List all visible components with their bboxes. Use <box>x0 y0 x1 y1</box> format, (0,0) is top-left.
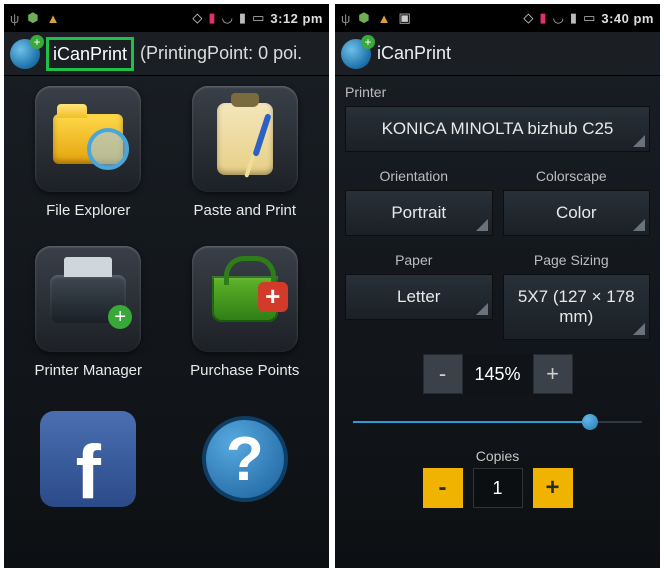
clock: 3:40 pm <box>601 11 654 26</box>
copies-plus-button[interactable]: + <box>533 468 573 508</box>
usb-icon: ψ <box>341 11 350 26</box>
debug-icon: ⬢ <box>27 10 38 26</box>
signal-icon: ▮ <box>239 10 246 26</box>
app-title: iCanPrint <box>377 43 451 64</box>
status-bar: ψ ⬢ ▲ ▣ ◇ ▮ ◡ ▮ ▭ 3:40 pm <box>335 4 660 32</box>
printer-dropdown[interactable]: KONICA MINOLTA bizhub C25 <box>345 106 650 152</box>
zoom-value: 145% <box>463 354 533 394</box>
zoom-minus-button[interactable]: - <box>423 354 463 394</box>
app-title-extra: (PrintingPoint: 0 poi. <box>140 43 302 64</box>
zoom-stepper: - 145% + <box>423 354 573 394</box>
paper-value: Letter <box>397 287 440 306</box>
facebook-icon: f <box>40 411 136 507</box>
copies-label: Copies <box>335 448 660 464</box>
orientation-label: Orientation <box>345 160 493 188</box>
tile-paste-print[interactable]: Paste and Print <box>167 86 324 246</box>
copies-input[interactable] <box>473 468 523 508</box>
tile-file-explorer[interactable]: File Explorer <box>10 86 167 246</box>
paper-label: Paper <box>345 244 493 272</box>
printer-label: Printer <box>335 76 660 104</box>
clipboard-pencil-icon <box>217 103 273 175</box>
tile-help[interactable]: ? <box>167 406 324 566</box>
orientation-value: Portrait <box>391 203 446 222</box>
app-logo-icon <box>10 39 40 69</box>
debug-icon: ⬢ <box>358 10 369 26</box>
copies-minus-button[interactable]: - <box>423 468 463 508</box>
wifi-icon: ◡ <box>222 10 233 26</box>
tile-label: Purchase Points <box>190 362 299 379</box>
settings-panel: Printer KONICA MINOLTA bizhub C25 Orient… <box>335 76 660 568</box>
tile-facebook[interactable]: f <box>10 406 167 566</box>
tile-label: Printer Manager <box>34 362 142 379</box>
status-bar: ψ ⬢ ▲ ◇ ▮ ◡ ▮ ▭ 3:12 pm <box>4 4 329 32</box>
app-logo-icon <box>341 39 371 69</box>
tile-printer-manager[interactable]: Printer Manager <box>10 246 167 406</box>
net-icon: ▮ <box>539 10 546 26</box>
basket-plus-icon <box>212 276 278 322</box>
clock: 3:12 pm <box>270 11 323 26</box>
copies-stepper: - + <box>335 468 660 508</box>
page-sizing-label: Page Sizing <box>503 244 651 272</box>
net-icon: ▮ <box>208 10 215 26</box>
orientation-dropdown[interactable]: Portrait <box>345 190 493 236</box>
usb-icon: ψ <box>10 11 19 26</box>
rotate-icon: ◇ <box>523 10 533 26</box>
app-bar: iCanPrint (PrintingPoint: 0 poi. <box>4 32 329 76</box>
page-sizing-dropdown[interactable]: 5X7 (127 × 178 mm) <box>503 274 651 340</box>
phone-settings: ψ ⬢ ▲ ▣ ◇ ▮ ◡ ▮ ▭ 3:40 pm iCanPrint Prin… <box>335 4 660 568</box>
zoom-plus-button[interactable]: + <box>533 354 573 394</box>
colorscape-label: Colorscape <box>503 160 651 188</box>
battery-icon: ▭ <box>583 10 595 26</box>
help-icon: ? <box>202 416 288 502</box>
folder-search-icon <box>53 114 123 164</box>
warning-icon: ▲ <box>378 11 391 26</box>
app-bar: iCanPrint <box>335 32 660 76</box>
slider-thumb-icon[interactable] <box>582 414 598 430</box>
slider-fill <box>353 421 590 423</box>
tile-label: Paste and Print <box>193 202 296 219</box>
rotate-icon: ◇ <box>192 10 202 26</box>
printer-add-icon <box>50 275 126 323</box>
store-icon: ▣ <box>399 10 411 26</box>
battery-icon: ▭ <box>252 10 264 26</box>
app-title: iCanPrint <box>46 37 134 71</box>
home-grid: File Explorer Paste and Print Printer Ma… <box>4 76 329 568</box>
colorscape-dropdown[interactable]: Color <box>503 190 651 236</box>
printer-value: KONICA MINOLTA bizhub C25 <box>382 119 614 138</box>
page-sizing-value: 5X7 (127 × 178 mm) <box>518 287 635 326</box>
warning-icon: ▲ <box>47 11 60 26</box>
colorscape-value: Color <box>556 203 597 222</box>
tile-purchase-points[interactable]: Purchase Points <box>167 246 324 406</box>
zoom-slider[interactable] <box>353 414 642 430</box>
signal-icon: ▮ <box>570 10 577 26</box>
phone-home: ψ ⬢ ▲ ◇ ▮ ◡ ▮ ▭ 3:12 pm iCanPrint (Print… <box>4 4 329 568</box>
tile-label: File Explorer <box>46 202 130 219</box>
paper-dropdown[interactable]: Letter <box>345 274 493 320</box>
wifi-icon: ◡ <box>553 10 564 26</box>
